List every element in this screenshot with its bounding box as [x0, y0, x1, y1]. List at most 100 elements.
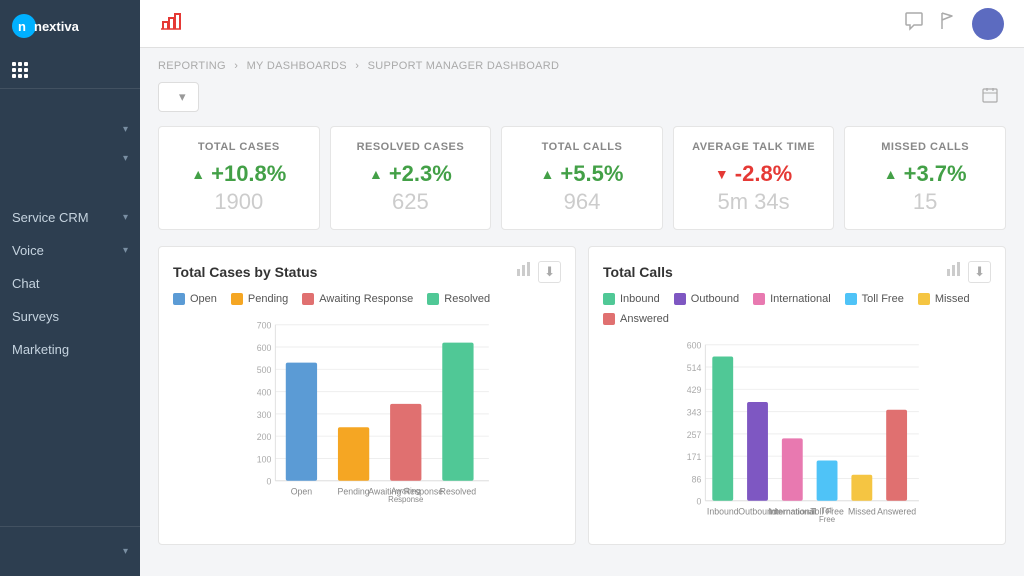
topbar: [140, 0, 1024, 48]
svg-text:300: 300: [257, 410, 272, 420]
svg-text:Pending: Pending: [338, 486, 370, 496]
date-range-selector[interactable]: [982, 87, 1006, 108]
chat-icon[interactable]: [904, 11, 924, 36]
metric-label: AVERAGE TALK TIME: [692, 141, 815, 153]
legend-color: [427, 293, 439, 305]
product-reporting-heading: [0, 191, 140, 201]
dashboard-selector: ▾: [158, 82, 199, 112]
svg-text:257: 257: [687, 430, 702, 440]
legend-item: Missed: [918, 293, 970, 305]
legend-item: Pending: [231, 293, 288, 305]
svg-text:Answered: Answered: [877, 506, 916, 516]
dashboard-select-button[interactable]: ▾: [158, 82, 199, 112]
metric-change: +3.7%: [904, 161, 967, 187]
sidebar-item-marketing[interactable]: Marketing: [0, 333, 140, 366]
chart-area: 7006005004003002001000OpenPendingAwaitin…: [173, 315, 561, 510]
chart-header: Total Cases by Status ⬇: [173, 261, 561, 283]
metric-card: MISSED CALLS ▲ +3.7% 15: [844, 126, 1006, 230]
svg-text:100: 100: [257, 454, 272, 464]
legend-item: Open: [173, 293, 217, 305]
chart-actions: ⬇: [946, 261, 991, 283]
svg-text:514: 514: [687, 363, 702, 373]
svg-text:343: 343: [687, 408, 702, 418]
metric-card: AVERAGE TALK TIME ▼ -2.8% 5m 34s: [673, 126, 835, 230]
download-icon[interactable]: ⬇: [538, 261, 561, 283]
topbar-left: [160, 10, 192, 37]
sidebar-item-settings[interactable]: ▾: [12, 537, 128, 566]
svg-text:600: 600: [687, 341, 702, 351]
metric-card: TOTAL CALLS ▲ +5.5% 964: [501, 126, 663, 230]
chart-legend: Open Pending Awaiting Response Resolved: [173, 293, 561, 305]
sidebar-footer: ▾: [0, 526, 140, 576]
svg-text:International: International: [770, 507, 816, 516]
flag-icon[interactable]: [938, 11, 958, 36]
metric-main: ▲ +3.7%: [884, 161, 967, 187]
chart-title: Total Calls: [603, 264, 673, 280]
metric-value: 15: [913, 189, 937, 215]
arrow-down-icon: ▼: [715, 166, 729, 182]
chart-actions: ⬇: [516, 261, 561, 283]
chevron-icon: ▾: [123, 212, 128, 223]
svg-text:Missed: Missed: [848, 506, 876, 516]
legend-color: [173, 293, 185, 305]
metric-label: MISSED CALLS: [881, 141, 969, 153]
total-calls-chart: Total Calls ⬇ InboundOutboundInternation…: [588, 246, 1006, 545]
svg-text:500: 500: [257, 365, 272, 375]
sidebar-item-reporting[interactable]: ▾: [0, 144, 140, 173]
metric-value: 625: [392, 189, 429, 215]
svg-text:0: 0: [267, 477, 272, 487]
metric-cards: TOTAL CASES ▲ +10.8% 1900 RESOLVED CASES…: [158, 126, 1006, 230]
metric-main: ▲ +5.5%: [541, 161, 624, 187]
sidebar-item-service-crm[interactable]: Service CRM ▾: [0, 201, 140, 234]
metric-value: 964: [564, 189, 601, 215]
dashboard-controls: ▾: [158, 82, 1006, 112]
analytics-icon: [160, 10, 182, 37]
legend-item: Outbound: [674, 293, 739, 305]
arrow-up-icon: ▲: [369, 166, 383, 182]
svg-text:0: 0: [697, 497, 702, 507]
legend-color: [603, 313, 615, 325]
svg-text:200: 200: [257, 432, 272, 442]
arrow-up-icon: ▲: [541, 166, 555, 182]
svg-text:700: 700: [257, 321, 272, 331]
chart-header: Total Calls ⬇: [603, 261, 991, 283]
content-area: REPORTING › MY DASHBOARDS › SUPPORT MANA…: [140, 48, 1024, 576]
sidebar-item-my-dashboards[interactable]: [0, 97, 140, 115]
metric-label: RESOLVED CASES: [357, 141, 465, 153]
chart-title: Total Cases by Status: [173, 264, 317, 280]
caret-icon: ▾: [179, 89, 186, 105]
svg-text:171: 171: [687, 452, 702, 462]
legend-color: [231, 293, 243, 305]
chart-type-icon[interactable]: [946, 261, 962, 283]
sidebar-item-chat[interactable]: Chat: [0, 267, 140, 300]
chart-legend: InboundOutboundInternationalToll FreeMis…: [603, 293, 991, 325]
legend-color: [753, 293, 765, 305]
arrow-up-icon: ▲: [884, 166, 898, 182]
metric-card: RESOLVED CASES ▲ +2.3% 625: [330, 126, 492, 230]
applications-button[interactable]: [0, 52, 140, 89]
legend-item: Resolved: [427, 293, 490, 305]
sidebar-item-keyword-analysis[interactable]: [0, 173, 140, 191]
breadcrumb: REPORTING › MY DASHBOARDS › SUPPORT MANA…: [158, 60, 1006, 72]
svg-text:Open: Open: [291, 486, 313, 496]
metric-change: +10.8%: [211, 161, 286, 187]
chevron-icon: ▾: [123, 153, 128, 164]
charts-row: Total Cases by Status ⬇ Open Pending Await…: [158, 246, 1006, 545]
chart-type-icon[interactable]: [516, 261, 532, 283]
user-avatar[interactable]: [972, 8, 1004, 40]
sidebar-item-voice[interactable]: Voice ▾: [0, 234, 140, 267]
legend-color: [674, 293, 686, 305]
legend-color: [918, 293, 930, 305]
sidebar: n nextiva ▾ ▾ Service CRM ▾: [0, 0, 140, 576]
download-icon[interactable]: ⬇: [968, 261, 991, 283]
legend-item: Awaiting Response: [302, 293, 413, 305]
svg-text:600: 600: [257, 343, 272, 353]
legend-item: Answered: [603, 313, 669, 325]
chevron-icon: ▾: [123, 245, 128, 256]
svg-text:86: 86: [692, 474, 702, 484]
svg-text:429: 429: [687, 385, 702, 395]
sidebar-item-user-activity[interactable]: ▾: [0, 115, 140, 144]
sidebar-item-surveys[interactable]: Surveys: [0, 300, 140, 333]
chevron-icon: ▾: [123, 546, 128, 557]
topbar-right: [904, 8, 1004, 40]
